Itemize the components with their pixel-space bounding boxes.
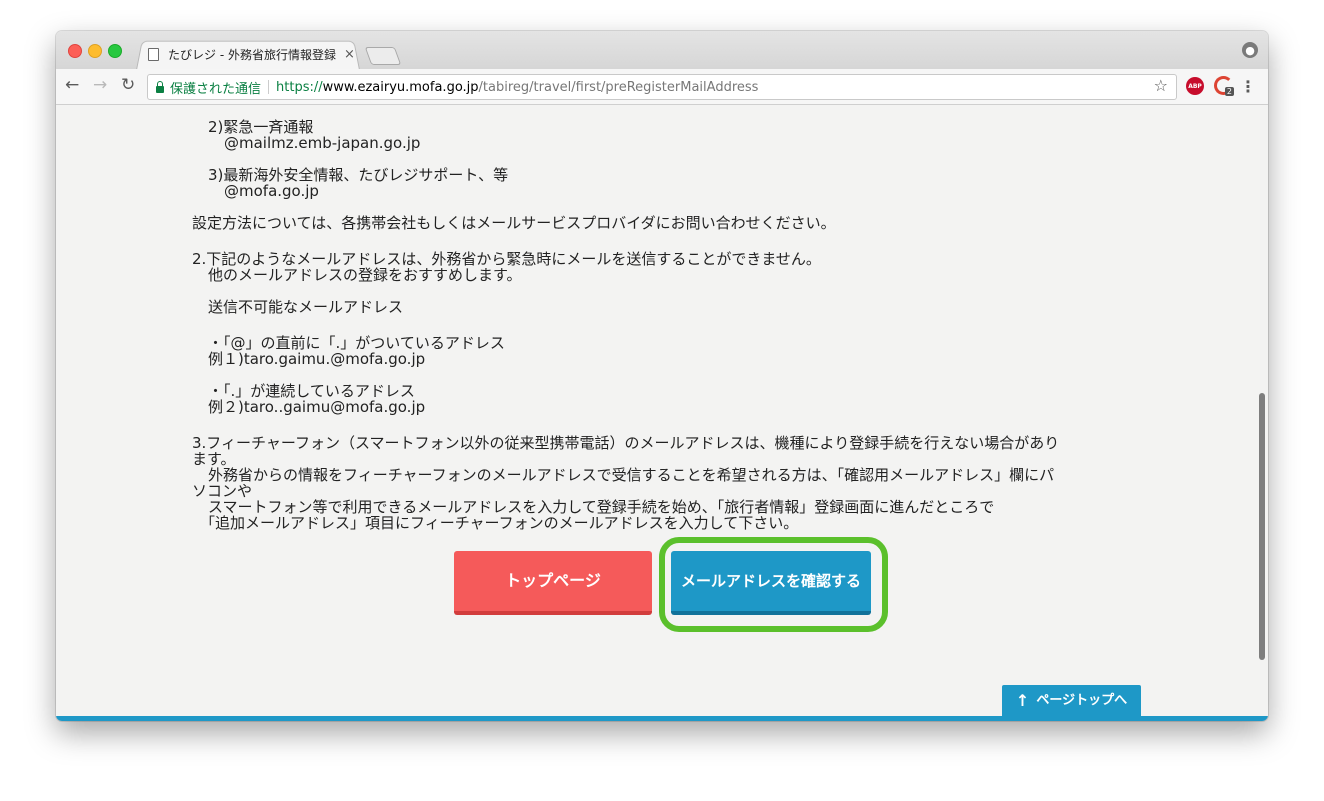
back-arrow-icon[interactable]: ←: [65, 75, 79, 95]
up-arrow-icon: ↑: [1015, 690, 1030, 710]
vertical-scrollbar[interactable]: [1259, 393, 1265, 660]
notice-item-2-title: 2)緊急一斉通報: [208, 118, 314, 136]
reload-icon[interactable]: ↻: [121, 75, 135, 95]
browser-window: たびレジ - 外務省旅行情報登録 × ● ← → ↻ 保護された通信 https…: [56, 31, 1268, 721]
tab-close-icon[interactable]: ×: [344, 47, 355, 62]
confirm-email-button[interactable]: メールアドレスを確認する: [671, 551, 871, 615]
page-content: 2)緊急一斉通報 @mailmz.emb-japan.go.jp 3)最新海外安…: [56, 105, 1268, 721]
note-3-line-4: ソコンや: [192, 482, 253, 500]
lock-icon: [156, 80, 164, 93]
notice-item-2-domain: @mailmz.emb-japan.go.jp: [224, 134, 421, 152]
adblock-extension-icon[interactable]: ABP: [1186, 77, 1204, 95]
unsendable-case-2: ・「.」が連続しているアドレス: [208, 382, 415, 400]
tab-title: たびレジ - 外務省旅行情報登録: [168, 47, 336, 62]
browser-toolbar: ← → ↻ 保護された通信 https:// www.ezairyu.mofa.…: [56, 69, 1268, 105]
close-window-button[interactable]: [68, 44, 82, 58]
note-3-line-1: 3.フィーチャーフォン（スマートフォン以外の従来型携帯電話）のメールアドレスは、…: [192, 434, 1060, 452]
setup-note: 設定方法については、各携帯会社もしくはメールサービスプロバイダにお問い合わせくだ…: [192, 214, 836, 232]
notice-item-3-domain: @mofa.go.jp: [224, 182, 319, 200]
divider: [268, 80, 270, 94]
forward-arrow-icon[interactable]: →: [93, 75, 107, 95]
url-path: /tabireg/travel/first/preRegisterMailAdd…: [478, 79, 759, 95]
url-host: www.ezairyu.mofa.go.jp: [322, 79, 479, 95]
tab-strip: たびレジ - 外務省旅行情報登録 × ●: [56, 31, 1268, 70]
extension-badge: 2: [1224, 87, 1234, 96]
top-page-button[interactable]: トップページ: [454, 551, 652, 615]
notice-item-3-title: 3)最新海外安全情報、たびレジサポート、等: [208, 166, 509, 184]
unsendable-heading: 送信不可能なメールアドレス: [208, 298, 404, 316]
address-bar[interactable]: 保護された通信 https:// www.ezairyu.mofa.go.jp …: [147, 74, 1177, 100]
bookmark-star-icon[interactable]: ☆: [1154, 76, 1168, 95]
page-top-button[interactable]: ↑ ページトップへ: [1002, 685, 1141, 716]
url-scheme: https://: [276, 79, 323, 95]
extension-icon[interactable]: 2: [1214, 76, 1234, 96]
note-3-line-2: ます。: [192, 450, 236, 468]
zoom-window-button[interactable]: [108, 44, 122, 58]
note-3-line-3: 外務省からの情報をフィーチャーフォンのメールアドレスで受信することを希望される方…: [208, 466, 1055, 484]
page-top-label: ページトップへ: [1036, 692, 1128, 708]
footer-accent-bar: [56, 716, 1268, 721]
unsendable-case-1: ・「@」の直前に「.」がついているアドレス: [208, 334, 505, 352]
unsendable-example-1: 例１)taro.gaimu.@mofa.go.jp: [208, 350, 426, 368]
note-3-line-5: スマートフォン等で利用できるメールアドレスを入力して登録手続を始め、「旅行者情報…: [208, 498, 995, 516]
profile-icon[interactable]: ●: [1242, 42, 1258, 58]
document-icon: [148, 47, 159, 61]
browser-tab[interactable]: たびレジ - 外務省旅行情報登録 ×: [144, 39, 364, 69]
secure-connection-label: 保護された通信: [170, 81, 262, 97]
note-2-line-1: 2.下記のようなメールアドレスは、外務省から緊急時にメールを送信することができま…: [192, 250, 821, 268]
minimize-window-button[interactable]: [88, 44, 102, 58]
note-3-line-6: 「追加メールアドレス」項目にフィーチャーフォンのメールアドレスを入力して下さい。: [200, 514, 799, 532]
note-2-line-2: 他のメールアドレスの登録をおすすめします。: [208, 266, 522, 284]
new-tab-button[interactable]: [364, 47, 402, 65]
browser-menu-icon[interactable]: ⋮: [1240, 77, 1256, 96]
unsendable-example-2: 例２)taro..gaimu@mofa.go.jp: [208, 398, 426, 416]
